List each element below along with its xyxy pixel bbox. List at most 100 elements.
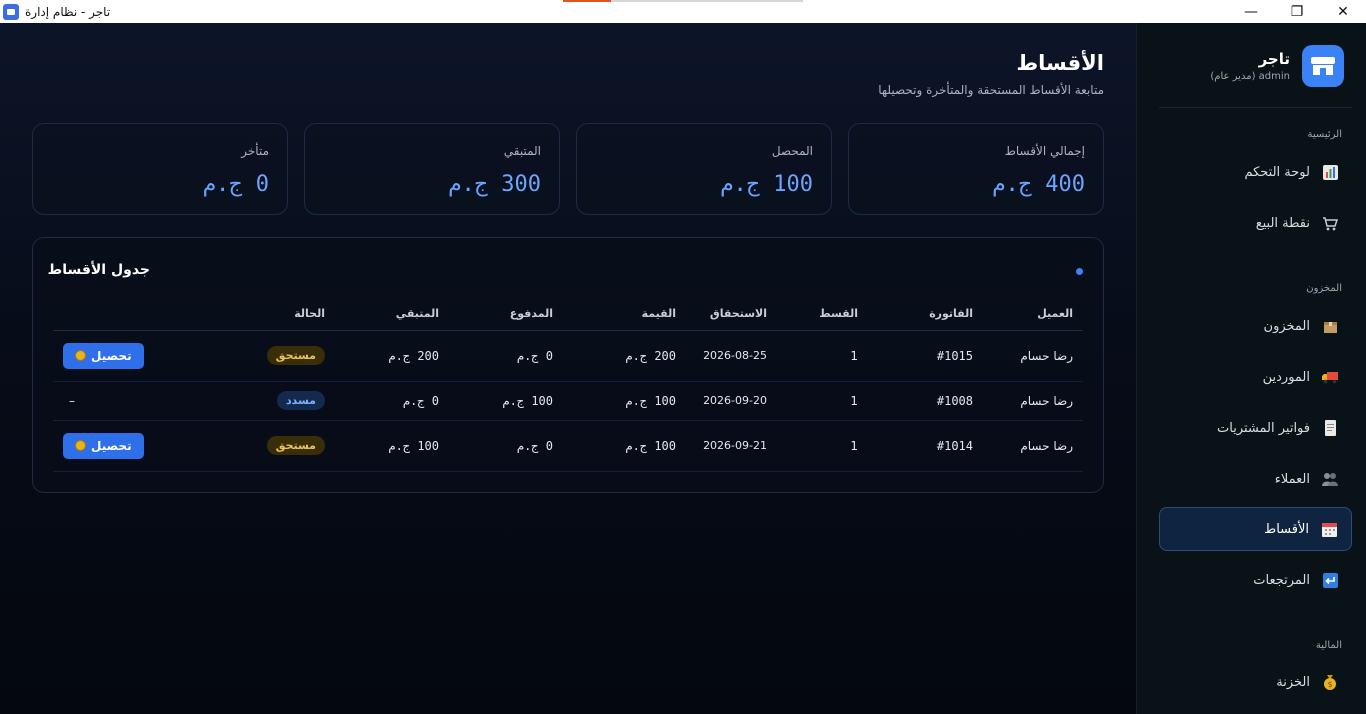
cell-remaining: 200 ج.م xyxy=(335,330,449,382)
sidebar-item-pos[interactable]: نقطة البيع xyxy=(1159,201,1352,245)
window-title: تاجر - نظام إدارة xyxy=(25,4,111,19)
installments-table: العميل الفاتورة القسط الاستحقاق القيمة ا… xyxy=(53,298,1083,472)
sidebar-item-label: الخزنة xyxy=(1276,674,1310,690)
status-badge: مستحق xyxy=(266,436,325,455)
stat-label: المحصل xyxy=(771,144,813,158)
cell-action: – xyxy=(53,381,221,421)
moneybag-icon: $ xyxy=(1322,674,1338,690)
col-invoice: الفاتورة xyxy=(868,298,983,331)
sidebar-item-label: لوحة التحكم xyxy=(1244,164,1310,180)
collect-button-label: تحصيل xyxy=(91,438,132,453)
maximize-button[interactable]: ❐ xyxy=(1274,0,1320,23)
sidebar-item-treasury[interactable]: $ الخزنة xyxy=(1159,660,1352,704)
col-action xyxy=(53,298,221,331)
cell-customer: رضا حسام xyxy=(983,330,1083,382)
cell-action: تحصيل xyxy=(53,330,221,382)
section-finance: المالية xyxy=(1315,640,1342,651)
collect-button[interactable]: تحصيل xyxy=(63,432,144,459)
installments-table-card: جدول الأقساط العميل الفاتورة القسط الاست… xyxy=(32,237,1104,493)
cell-invoice[interactable]: #1014 xyxy=(868,420,983,472)
table-row: رضا حسام #1014 1 2026-09-21 100 ج.م 0 ج.… xyxy=(53,420,1083,472)
stat-card-overdue: متأخر 0 ج.م xyxy=(32,123,288,215)
cell-paid: 0 ج.م xyxy=(449,420,563,472)
cell-installment: 1 xyxy=(777,381,868,421)
users-icon xyxy=(1322,471,1338,487)
receipt-icon xyxy=(1322,420,1338,436)
stat-label: المتبقي xyxy=(503,144,541,158)
moneybag-icon xyxy=(75,440,86,451)
sidebar-item-suppliers[interactable]: الموردين xyxy=(1159,355,1352,399)
cell-amount: 100 ج.م xyxy=(563,381,686,421)
cell-invoice[interactable]: #1008 xyxy=(868,381,983,421)
sidebar-item-label: فواتير المشتريات xyxy=(1217,420,1310,436)
store-icon xyxy=(1302,45,1344,87)
window-titlebar: تاجر - نظام إدارة — ❐ ✕ xyxy=(0,0,1366,23)
sidebar-item-purchase-invoices[interactable]: فواتير المشتريات xyxy=(1159,406,1352,450)
sidebar-item-dashboard[interactable]: لوحة التحكم xyxy=(1159,150,1352,194)
cell-due: 2026-08-25 xyxy=(686,330,777,382)
cell-paid: 0 ج.م xyxy=(449,330,563,382)
cart-icon xyxy=(1322,215,1338,231)
main-content: الأقساط متابعة الأقساط المستحقة والمتأخر… xyxy=(0,23,1136,714)
stat-label: إجمالي الأقساط xyxy=(1004,144,1085,158)
brand-name: تاجر xyxy=(1258,50,1290,68)
minimize-button[interactable]: — xyxy=(1228,0,1274,23)
cell-remaining: 0 ج.م xyxy=(335,381,449,421)
page-subtitle: متابعة الأقساط المستحقة والمتأخرة وتحصيل… xyxy=(878,83,1104,97)
stat-label: متأخر xyxy=(241,144,269,158)
stats-cards: إجمالي الأقساط 400 ج.م المحصل 100 ج.م ال… xyxy=(32,123,1104,215)
col-remaining: المتبقي xyxy=(335,298,449,331)
stat-card-remaining: المتبقي 300 ج.م xyxy=(304,123,560,215)
stat-value: 300 ج.م xyxy=(448,172,541,197)
cell-due: 2026-09-21 xyxy=(686,420,777,472)
table-title: جدول الأقساط xyxy=(47,262,150,278)
svg-text:$: $ xyxy=(1327,680,1332,689)
app-store-icon xyxy=(3,3,19,20)
status-dot-icon xyxy=(1076,268,1083,275)
section-main: الرئيسية xyxy=(1307,129,1342,140)
cell-customer: رضا حسام xyxy=(983,381,1083,421)
brand: تاجر admin (مدير عام) xyxy=(1210,45,1344,87)
section-inventory: المخزون xyxy=(1306,283,1342,294)
cell-installment: 1 xyxy=(777,420,868,472)
sidebar-item-inventory[interactable]: المخزون xyxy=(1159,304,1352,348)
status-badge: مستحق xyxy=(266,346,325,365)
col-amount: القيمة xyxy=(563,298,686,331)
stat-card-total: إجمالي الأقساط 400 ج.م xyxy=(848,123,1104,215)
cell-due: 2026-09-20 xyxy=(686,381,777,421)
titlebar-progress xyxy=(563,0,803,2)
cell-amount: 200 ج.م xyxy=(563,330,686,382)
col-paid: المدفوع xyxy=(449,298,563,331)
cell-action: تحصيل xyxy=(53,420,221,472)
col-status: الحالة xyxy=(221,298,335,331)
stat-value: 100 ج.م xyxy=(720,172,813,197)
sidebar-item-installments[interactable]: الأقساط xyxy=(1159,507,1352,551)
close-button[interactable]: ✕ xyxy=(1320,0,1366,23)
truck-icon xyxy=(1322,369,1338,385)
cell-installment: 1 xyxy=(777,330,868,382)
col-customer: العميل xyxy=(983,298,1083,331)
cell-remaining: 100 ج.م xyxy=(335,420,449,472)
sidebar-divider xyxy=(1159,107,1352,108)
stat-value: 400 ج.م xyxy=(992,172,1085,197)
sidebar-item-label: العملاء xyxy=(1274,471,1310,487)
stat-value: 0 ج.م xyxy=(202,172,269,197)
page-title: الأقساط xyxy=(1016,51,1104,75)
sidebar-item-label: نقطة البيع xyxy=(1255,215,1310,231)
cell-amount: 100 ج.م xyxy=(563,420,686,472)
user-role: admin (مدير عام) xyxy=(1210,71,1290,82)
status-badge: مسدد xyxy=(276,391,325,410)
table-header-row: العميل الفاتورة القسط الاستحقاق القيمة ا… xyxy=(53,298,1083,331)
table-row: رضا حسام #1015 1 2026-08-25 200 ج.م 0 ج.… xyxy=(53,330,1083,382)
sidebar-item-customers[interactable]: العملاء xyxy=(1159,457,1352,501)
collect-button[interactable]: تحصيل xyxy=(63,342,144,369)
cell-invoice[interactable]: #1015 xyxy=(868,330,983,382)
table-row: رضا حسام #1008 1 2026-09-20 100 ج.م 100 … xyxy=(53,381,1083,421)
return-icon xyxy=(1322,572,1338,588)
moneybag-icon xyxy=(75,350,86,361)
collect-button-label: تحصيل xyxy=(91,348,132,363)
sidebar-item-label: الموردين xyxy=(1262,369,1310,385)
sidebar-item-returns[interactable]: المرتجعات xyxy=(1159,558,1352,602)
cell-status: مسدد xyxy=(221,381,335,421)
cell-status: مستحق xyxy=(221,330,335,382)
